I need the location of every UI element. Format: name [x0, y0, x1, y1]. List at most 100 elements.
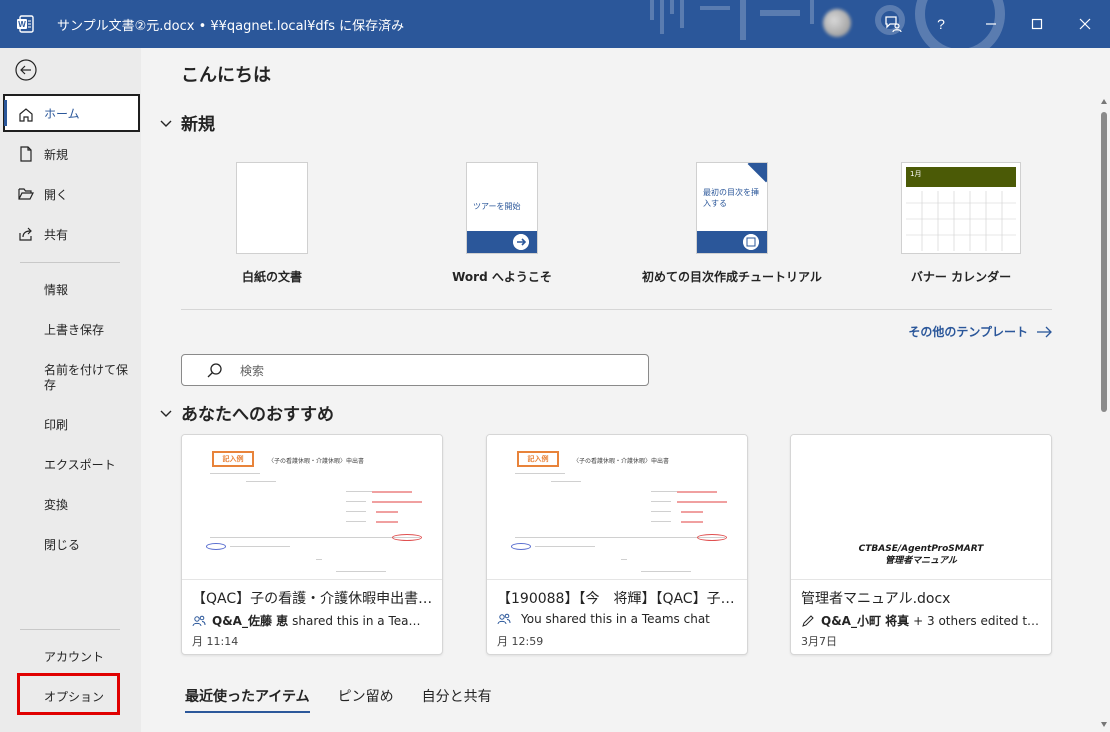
sidebar-item-label: ホーム — [44, 106, 80, 121]
tab-shared-with-me[interactable]: 自分と共有 — [422, 686, 492, 710]
backstage-sidebar: ホーム 新規 開く 共有 情報 上書き保存 名前を付けて保存 印刷 エクスポート… — [0, 48, 141, 732]
maximize-button[interactable] — [1014, 0, 1060, 48]
recommended-section-header[interactable]: あなたへのおすすめ — [159, 400, 334, 425]
chevron-down-icon — [160, 410, 172, 417]
backstage-home: こんにちは 新規 白紙の文書 ツアーを開始 Word へようこそ 最初の目次を挿… — [141, 48, 1110, 732]
sidebar-item-save[interactable]: 上書き保存 — [44, 323, 130, 338]
calendar-banner — [906, 167, 1016, 187]
sidebar-divider — [20, 262, 120, 263]
document-header: 〈子の看護休暇・介護休暇〉申出書 — [573, 458, 670, 465]
template-banner-calendar[interactable]: 1月 バナー カレンダー — [866, 162, 1056, 285]
back-arrow-icon[interactable] — [15, 59, 37, 81]
share-icon — [19, 227, 32, 241]
template-thumb-text: ツアーを開始 — [473, 202, 521, 211]
tab-pinned[interactable]: ピン留め — [338, 686, 394, 710]
template-name: 白紙の文書 — [241, 270, 302, 284]
card-title: 【QAC】子の看護・介護休暇申出書… — [192, 591, 433, 607]
window-title: サンプル文書②元.docx • ¥¥qagnet.local¥dfs に保存済み — [57, 19, 405, 34]
scroll-down-icon[interactable] — [1100, 720, 1108, 728]
card-activity: Q&A_佐藤 恵 shared this in a Tea… — [192, 612, 434, 629]
document-preview: 記入例 〈子の看護休暇・介護休暇〉申出書 — [487, 435, 747, 580]
manual-preview-title: CTBASE/AgentProSMART 管理者マニュアル — [791, 543, 1051, 567]
feedback-icon — [885, 16, 902, 33]
template-name: 初めての目次作成チュートリアル — [642, 270, 822, 284]
activity-actor: Q&A_小町 将真 — [821, 614, 910, 628]
card-time: 3月7日 — [801, 635, 837, 648]
sidebar-item-open[interactable]: 開く — [0, 175, 141, 213]
title-bar: W サンプル文書②元.docx • ¥¥qagnet.local¥dfs に保存… — [0, 0, 1110, 48]
recommended-card[interactable]: CTBASE/AgentProSMART 管理者マニュアル 管理者マニュアル.d… — [790, 434, 1052, 655]
sidebar-item-save-as[interactable]: 名前を付けて保存 — [44, 363, 130, 393]
sidebar-item-home[interactable]: ホーム — [3, 94, 140, 132]
thumb-corner — [747, 163, 767, 183]
template-thumbnail: 最初の目次を挿入する — [696, 162, 768, 254]
document-page: 記入例 〈子の看護休暇・介護休暇〉申出書 — [196, 447, 430, 579]
calendar-month: 1月 — [910, 170, 922, 178]
tab-recent[interactable]: 最近使ったアイテム — [185, 686, 310, 713]
sidebar-item-label: 開く — [44, 187, 69, 202]
home-icon — [19, 108, 33, 122]
sample-stamp: 記入例 — [517, 451, 559, 467]
template-name: バナー カレンダー — [910, 270, 1012, 284]
user-avatar[interactable] — [823, 9, 851, 37]
tutorial-icon — [743, 234, 759, 250]
recommended-card[interactable]: 記入例 〈子の看護休暇・介護休暇〉申出書 【190088】【今 将輝】【QAC】… — [486, 434, 748, 655]
template-welcome-to-word[interactable]: ツアーを開始 Word へようこそ — [407, 162, 597, 285]
more-templates-link[interactable]: その他のテンプレート — [908, 323, 1052, 340]
calendar-grid — [906, 191, 1016, 251]
search-input[interactable] — [240, 361, 630, 381]
pencil-icon — [802, 614, 814, 627]
chevron-down-icon — [160, 120, 172, 127]
sidebar-item-new[interactable]: 新規 — [0, 135, 141, 173]
feedback-button[interactable] — [870, 0, 916, 48]
sidebar-item-print[interactable]: 印刷 — [44, 418, 130, 433]
card-activity: Q&A_小町 将真 + 3 others edited t… — [801, 612, 1043, 629]
arrow-right-icon — [513, 234, 529, 250]
arrow-right-icon — [1037, 326, 1052, 337]
section-divider — [181, 309, 1052, 310]
sidebar-item-account[interactable]: アカウント — [44, 650, 130, 665]
activity-text: + 3 others edited t… — [913, 613, 1040, 628]
card-title: 【190088】【今 将輝】【QAC】子の… — [497, 591, 739, 607]
minimize-button[interactable] — [968, 0, 1014, 48]
manual-subtitle: 管理者マニュアル — [885, 556, 957, 566]
sidebar-item-share[interactable]: 共有 — [0, 215, 141, 253]
recommended-card[interactable]: 記入例 〈子の看護休暇・介護休暇〉申出書 【QAC】子の看護・介護休暇申出書… … — [181, 434, 443, 655]
section-title: あなたへのおすすめ — [181, 405, 334, 425]
sidebar-item-transform[interactable]: 変換 — [44, 498, 130, 513]
section-title: 新規 — [181, 115, 215, 135]
sample-stamp: 記入例 — [212, 451, 254, 467]
help-button[interactable]: ? — [918, 0, 964, 48]
close-button[interactable] — [1062, 0, 1108, 48]
search-icon — [207, 363, 222, 378]
sidebar-item-info[interactable]: 情報 — [44, 283, 130, 298]
document-preview: 記入例 〈子の看護休暇・介護休暇〉申出書 — [182, 435, 442, 580]
svg-text:?: ? — [937, 16, 945, 32]
card-time: 月 12:59 — [497, 635, 544, 648]
card-activity: You shared this in a Teams chat — [497, 612, 739, 626]
sidebar-item-close[interactable]: 閉じる — [44, 538, 130, 553]
activity-text: You shared this in a Teams chat — [521, 612, 710, 626]
help-icon: ? — [937, 16, 945, 32]
new-section-header[interactable]: 新規 — [159, 110, 215, 135]
template-blank[interactable]: 白紙の文書 — [177, 162, 367, 285]
word-logo-icon: W — [17, 15, 34, 33]
scroll-up-icon[interactable] — [1100, 98, 1108, 106]
activity-text: shared this in a Tea… — [292, 613, 421, 628]
manual-product-name: CTBASE/AgentProSMART — [858, 544, 984, 554]
template-toc-tutorial[interactable]: 最初の目次を挿入する 初めての目次作成チュートリアル — [637, 162, 827, 285]
page-title: こんにちは — [181, 65, 271, 86]
template-thumb-text: 最初の目次を挿入する — [703, 188, 759, 208]
scrollbar-thumb[interactable] — [1101, 112, 1107, 412]
document-page: 記入例 〈子の看護休暇・介護休暇〉申出書 — [501, 447, 735, 579]
minimize-icon — [986, 23, 996, 25]
people-icon — [497, 613, 511, 625]
folder-open-icon — [18, 188, 34, 200]
sidebar-item-export[interactable]: エクスポート — [44, 458, 130, 473]
template-thumbnail — [236, 162, 308, 254]
search-box[interactable] — [181, 354, 649, 386]
sidebar-item-label: 共有 — [44, 227, 69, 242]
document-preview: CTBASE/AgentProSMART 管理者マニュアル — [791, 435, 1051, 580]
sidebar-item-label: 新規 — [44, 147, 69, 162]
vertical-scrollbar[interactable] — [1098, 48, 1110, 732]
